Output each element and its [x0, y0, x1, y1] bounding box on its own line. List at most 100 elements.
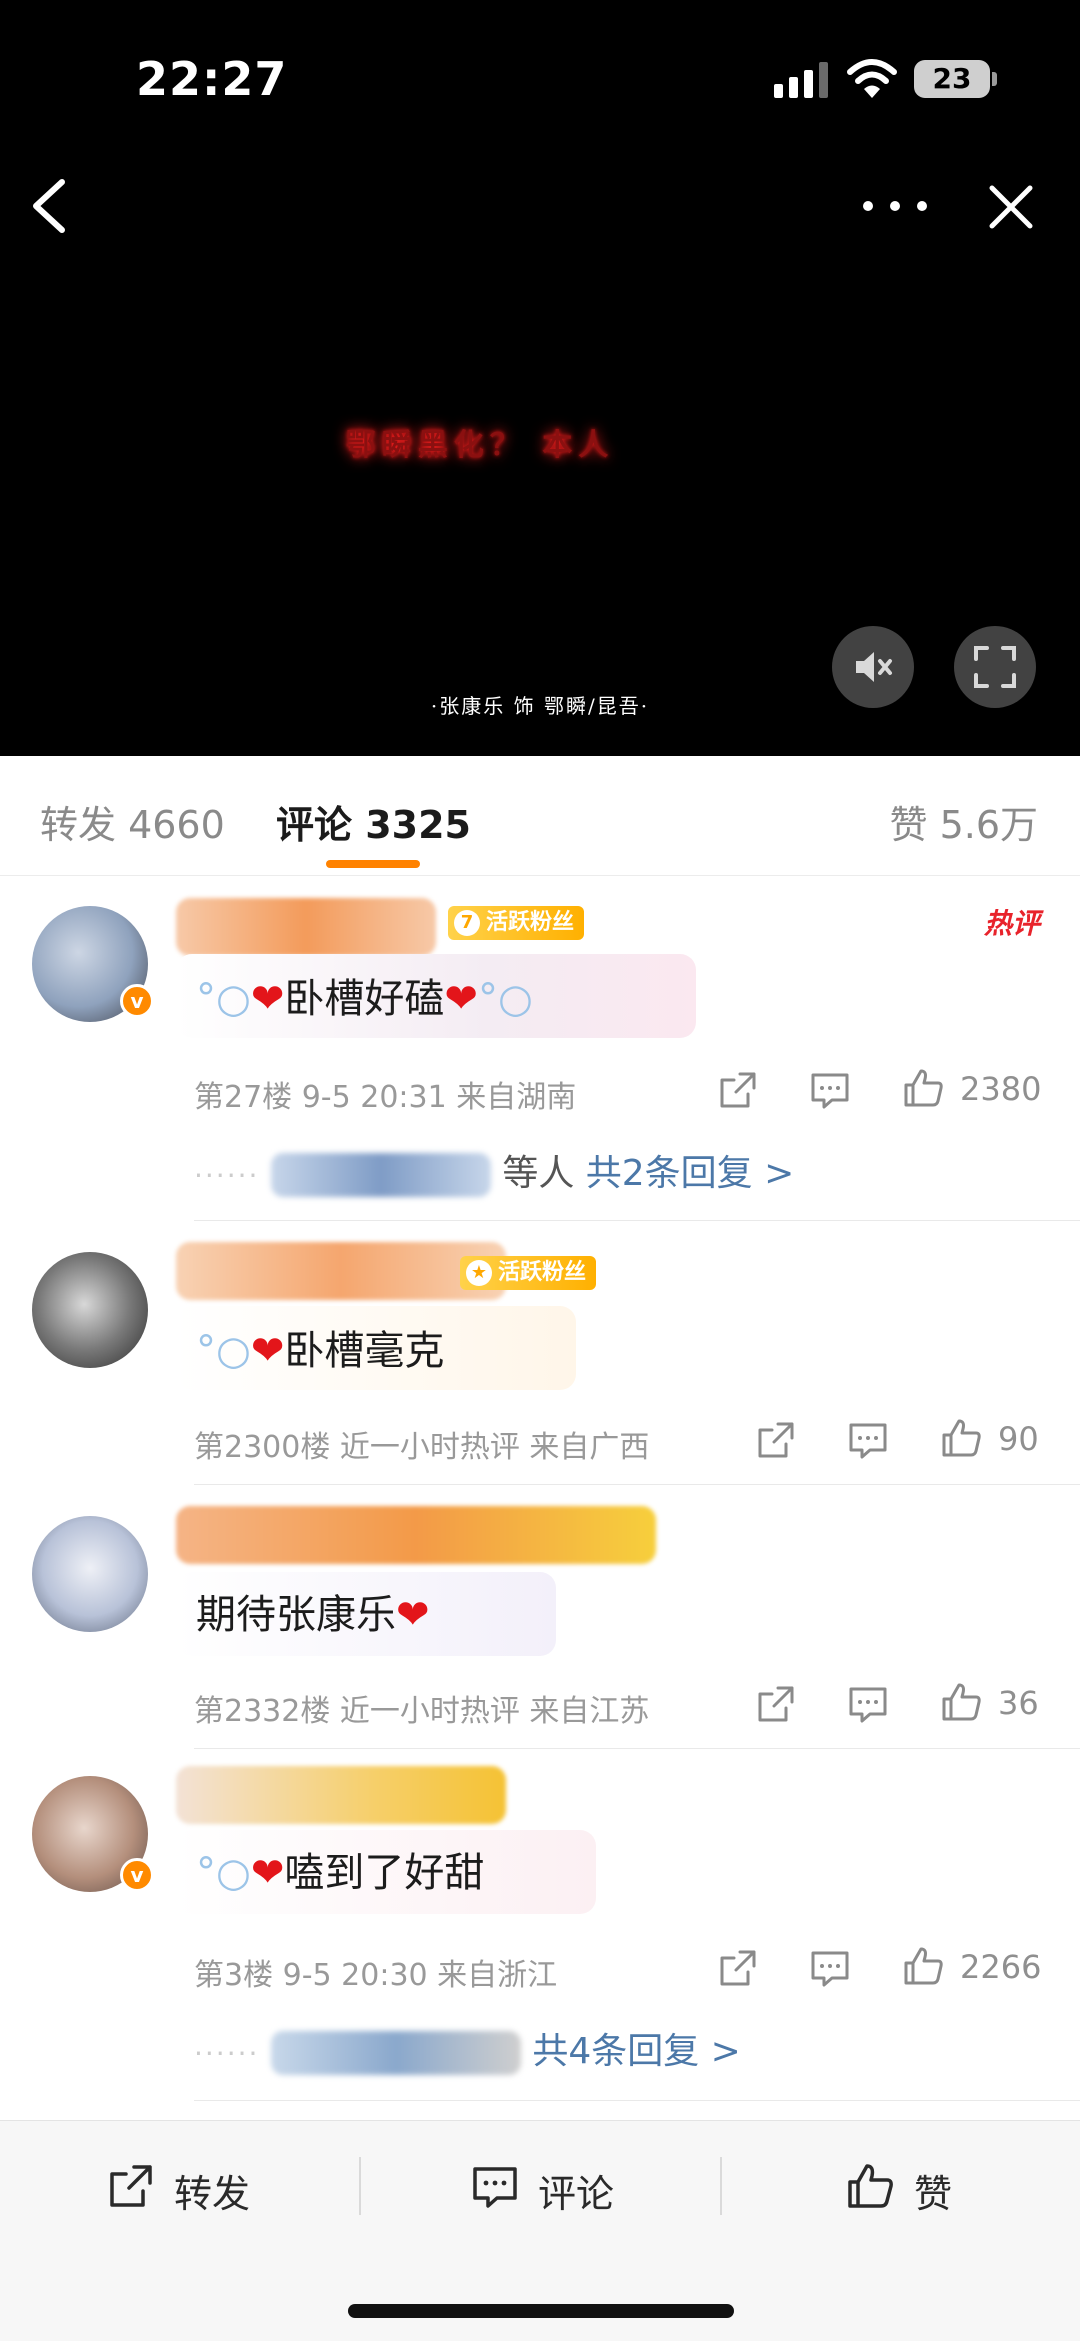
- reply-icon[interactable]: [808, 1068, 852, 1112]
- reply-dots: ······: [194, 1159, 260, 1192]
- signal-icon: [774, 62, 828, 98]
- comment-button[interactable]: 评论: [470, 2157, 640, 2217]
- fan-badge: 7 活跃粉丝: [448, 906, 585, 940]
- status-time: 22:27: [136, 52, 288, 106]
- separator: [720, 2157, 722, 2215]
- reply-link[interactable]: 共4条回复 >: [532, 2031, 741, 2072]
- battery-tip: [992, 72, 997, 86]
- fan-level-icon: ★: [466, 1260, 492, 1286]
- like-icon[interactable]: [902, 1944, 946, 1988]
- wifi-icon: [847, 59, 897, 98]
- share-icon[interactable]: [754, 1682, 798, 1726]
- like-count: 2266: [960, 1948, 1042, 1986]
- video-caption: 鄂瞬黑化？ 本人: [345, 428, 615, 463]
- share-icon[interactable]: [716, 1946, 760, 1990]
- comment-text: 嗑到了好甜: [284, 1850, 485, 1896]
- username-redacted[interactable]: [176, 1242, 506, 1300]
- divider: [194, 1220, 1080, 1221]
- comment-meta: 第2300楼 近一小时热评 来自广西: [194, 1430, 650, 1465]
- heart-icon: ❤: [250, 1850, 285, 1896]
- tab-like[interactable]: 赞 5.6万: [889, 794, 1038, 849]
- battery-indicator: 23: [914, 60, 990, 98]
- comment-item: v 7 活跃粉丝 热评 °○❤卧槽好磕❤°○ 第27楼 9-5 20:31 来自…: [0, 876, 1080, 1222]
- comment-label: 评论: [538, 2172, 615, 2216]
- reply-summary[interactable]: ······ 等人 共2条回复 >: [194, 1144, 794, 1197]
- comment-text-row: °○❤嗑到了好甜: [196, 1840, 484, 1898]
- comment-text: 卧槽好磕: [284, 976, 445, 1022]
- tab-repost[interactable]: 转发 4660: [40, 794, 225, 849]
- bubble-deco-icon: °○: [477, 976, 533, 1022]
- reply-username-redacted: [270, 1153, 491, 1197]
- verified-badge-icon: v: [120, 984, 154, 1018]
- comment-meta: 第2332楼 近一小时热评 来自江苏: [194, 1694, 650, 1729]
- reply-who: 等人: [502, 1153, 575, 1194]
- video-player[interactable]: 22:27 23 鄂瞬黑化？ 本人 ·张康乐 饰 鄂瞬/昆吾·: [0, 0, 1080, 756]
- bubble-deco-icon: °○: [196, 1850, 251, 1896]
- close-icon[interactable]: [986, 182, 1036, 232]
- tab-comment[interactable]: 评论 3325: [276, 794, 471, 849]
- like-count: 36: [998, 1684, 1039, 1722]
- reply-icon[interactable]: [846, 1682, 890, 1726]
- fan-badge-label: 活跃粉丝: [486, 910, 575, 935]
- heart-icon: ❤: [250, 1328, 285, 1374]
- back-icon[interactable]: [26, 176, 72, 236]
- mute-button[interactable]: [832, 626, 914, 708]
- reply-summary[interactable]: ······ 共4条回复 >: [194, 2022, 741, 2075]
- separator: [359, 2157, 361, 2215]
- comment-meta: 第27楼 9-5 20:31 来自湖南: [194, 1080, 577, 1115]
- like-icon[interactable]: [940, 1680, 984, 1724]
- heart-icon: ❤: [250, 976, 285, 1022]
- fan-badge: ★ 活跃粉丝: [460, 1256, 597, 1290]
- fan-level: 7: [454, 910, 480, 936]
- comment-tabs: 转发 4660 评论 3325 赞 5.6万: [0, 756, 1080, 876]
- comment-text-row: °○❤卧槽毫克: [196, 1318, 444, 1376]
- comment-icon: [473, 2167, 517, 2208]
- active-tab-indicator: [326, 860, 420, 868]
- comment-text: 期待张康乐: [196, 1592, 396, 1638]
- video-subtitle: ·张康乐 饰 鄂瞬/昆吾·: [430, 694, 650, 718]
- reply-icon[interactable]: [846, 1418, 890, 1462]
- mute-icon: [856, 652, 892, 682]
- divider: [194, 2100, 1080, 2101]
- like-icon[interactable]: [940, 1416, 984, 1460]
- reply-dots: ······: [194, 2037, 260, 2070]
- verified-badge-icon: v: [120, 1858, 154, 1892]
- share-icon[interactable]: [716, 1068, 760, 1112]
- heart-icon: ❤: [396, 1592, 430, 1638]
- like-count: 2380: [960, 1070, 1042, 1108]
- like-icon: [848, 2164, 893, 2208]
- username-redacted[interactable]: [176, 1506, 656, 1564]
- comment-text-row: 期待张康乐❤: [196, 1582, 430, 1640]
- username-redacted[interactable]: [176, 898, 436, 956]
- reply-username-redacted: [270, 2031, 521, 2075]
- more-icon[interactable]: [860, 196, 930, 216]
- comment-meta: 第3楼 9-5 20:30 来自浙江: [194, 1958, 558, 1993]
- heart-icon: ❤: [444, 976, 478, 1022]
- like-button[interactable]: 赞: [846, 2157, 976, 2217]
- avatar[interactable]: [32, 1516, 148, 1632]
- bubble-deco-icon: °○: [196, 1328, 251, 1374]
- bubble-deco-icon: °○: [196, 976, 251, 1022]
- fullscreen-button[interactable]: [954, 626, 1036, 708]
- share-icon: [110, 2165, 152, 2207]
- comment-item: v °○❤嗑到了好甜 第3楼 9-5 20:30 来自浙江 2266 ·····…: [0, 1750, 1080, 2102]
- comment-text: 卧槽毫克: [284, 1328, 445, 1374]
- comment-item: ★ 活跃粉丝 °○❤卧槽毫克 第2300楼 近一小时热评 来自广西 90: [0, 1222, 1080, 1486]
- reply-icon[interactable]: [808, 1946, 852, 1990]
- hot-comment-tag: 热评: [983, 907, 1040, 940]
- username-redacted[interactable]: [176, 1766, 506, 1824]
- comment-item: 期待张康乐❤ 第2332楼 近一小时热评 来自江苏 36: [0, 1486, 1080, 1750]
- divider: [194, 1748, 1080, 1749]
- like-icon[interactable]: [902, 1066, 946, 1110]
- reply-link[interactable]: 共2条回复 >: [586, 1153, 795, 1194]
- comment-text-row: °○❤卧槽好磕❤°○: [196, 966, 533, 1024]
- fan-badge-label: 活跃粉丝: [498, 1260, 587, 1285]
- home-indicator: [348, 2304, 734, 2318]
- repost-button[interactable]: 转发: [106, 2157, 276, 2217]
- fullscreen-icon: [974, 646, 1016, 688]
- like-label: 赞: [914, 2172, 953, 2216]
- avatar[interactable]: [32, 1252, 148, 1368]
- share-icon[interactable]: [754, 1418, 798, 1462]
- divider: [194, 1484, 1080, 1485]
- like-count: 90: [998, 1420, 1039, 1458]
